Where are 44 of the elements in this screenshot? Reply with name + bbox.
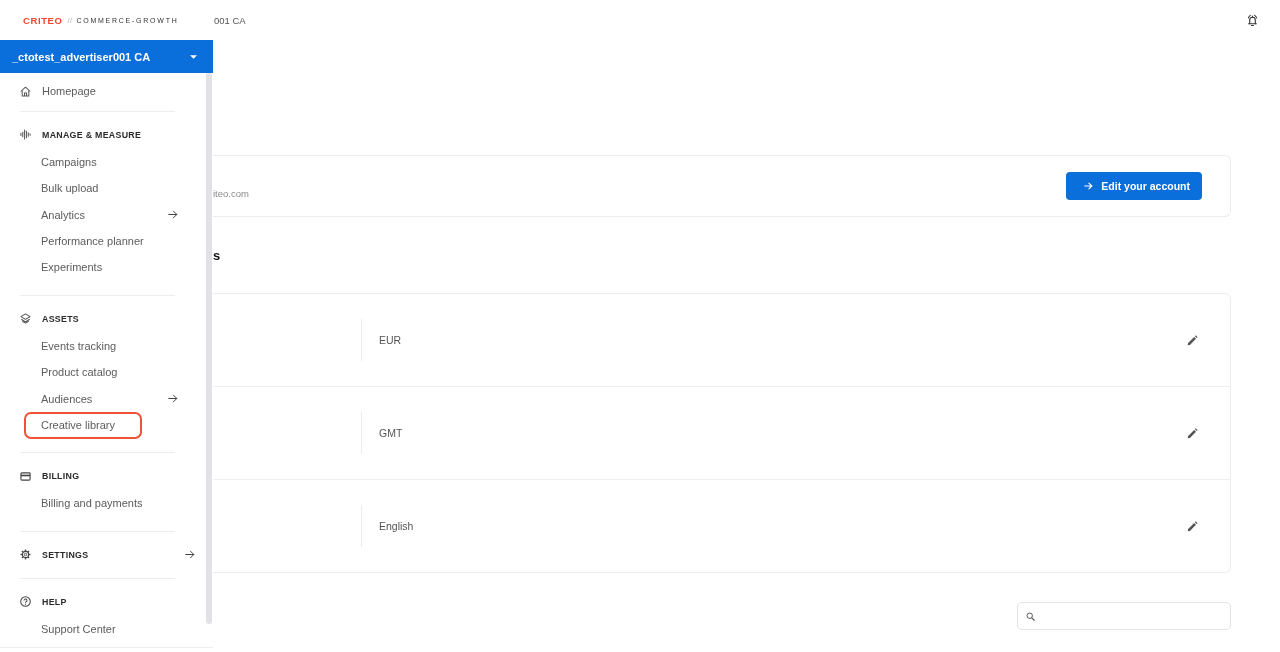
help-icon <box>20 596 31 608</box>
nav-item[interactable]: Product catalog <box>24 358 142 386</box>
nav-item[interactable]: Bulk upload <box>24 174 142 202</box>
nav-item[interactable]: Performance planner <box>24 227 154 255</box>
nav-item[interactable]: Campaigns <box>24 148 142 176</box>
email-text: iteo.com <box>213 188 249 199</box>
nav-item[interactable]: Billing and payments <box>24 489 153 517</box>
section-title: MANAGE & MEASURE <box>42 129 142 140</box>
arrow-right-icon[interactable] <box>185 550 195 560</box>
scrollbar-thumb[interactable] <box>206 73 212 624</box>
nav-item[interactable]: Events tracking <box>24 332 142 360</box>
sidebar-section-link[interactable]: SETTINGS <box>20 540 195 569</box>
section-title: ASSETS <box>42 313 79 324</box>
nav-item[interactable]: Analytics <box>24 201 142 229</box>
arrow-right-icon[interactable] <box>168 394 178 404</box>
settings-icon <box>20 549 31 561</box>
section-title: HELP <box>42 596 67 607</box>
arrow-right-icon <box>1084 182 1094 190</box>
layers-icon <box>20 313 31 325</box>
pencil-icon[interactable] <box>1187 520 1198 532</box>
edit-account-button[interactable]: Edit your account <box>1066 172 1202 200</box>
account-selector[interactable]: _ctotest_advertiser001 CA <box>0 40 213 73</box>
home-icon <box>20 85 31 97</box>
waveform-icon <box>20 129 31 141</box>
setting-value: EUR <box>379 334 403 346</box>
nav-item[interactable]: Creative library <box>24 411 142 439</box>
setting-value: English <box>379 520 415 532</box>
card-icon <box>20 470 31 482</box>
setting-value: GMT <box>379 427 404 439</box>
bell-icon[interactable] <box>1246 13 1259 27</box>
nav-item[interactable]: Experiments <box>24 253 142 281</box>
nav-item[interactable]: Homepage <box>20 81 180 102</box>
pencil-icon[interactable] <box>1187 427 1198 439</box>
nav-item[interactable]: Audiences <box>24 385 142 413</box>
pencil-icon[interactable] <box>1187 334 1198 346</box>
search-icon <box>1026 611 1035 621</box>
breadcrumb-text: 001 CA <box>214 14 246 26</box>
search-field[interactable] <box>1017 602 1231 630</box>
section-title: BILLING <box>42 471 80 482</box>
arrow-right-icon[interactable] <box>168 210 178 220</box>
section-heading: s <box>213 248 222 264</box>
logo-wordmark: CRITEO <box>23 14 63 26</box>
nav-item[interactable]: Support Center <box>24 615 142 643</box>
caret-down-icon <box>190 54 197 59</box>
